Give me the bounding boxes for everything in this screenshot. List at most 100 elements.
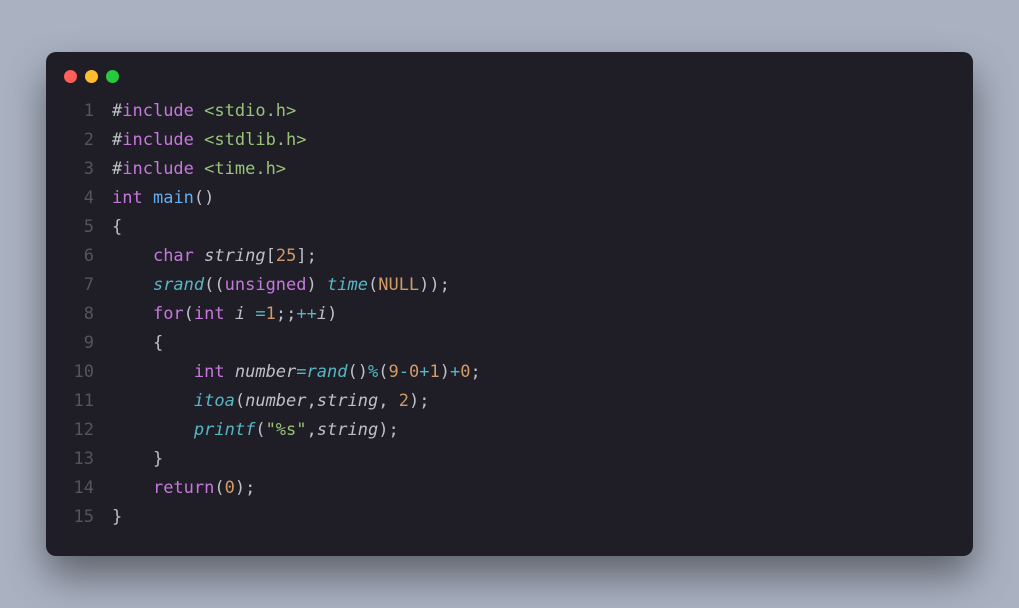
number: 0 bbox=[460, 362, 470, 382]
fn-call: printf bbox=[194, 420, 255, 440]
code-line: 5 { bbox=[70, 213, 949, 242]
code-content: { bbox=[112, 213, 949, 242]
space bbox=[245, 304, 255, 324]
code-content: { bbox=[112, 329, 949, 358]
parens: () bbox=[194, 188, 214, 208]
indent bbox=[112, 304, 153, 324]
line-number: 12 bbox=[70, 416, 112, 445]
line-number: 7 bbox=[70, 271, 112, 300]
code-line: 13 } bbox=[70, 445, 949, 474]
brace: { bbox=[153, 333, 163, 353]
space bbox=[225, 304, 235, 324]
identifier: string bbox=[317, 391, 378, 411]
preproc-keyword: include bbox=[122, 130, 194, 150]
keyword: int bbox=[112, 188, 143, 208]
parens: ) bbox=[409, 391, 419, 411]
line-number: 3 bbox=[70, 155, 112, 184]
preproc-hash: # bbox=[112, 101, 122, 121]
window-titlebar bbox=[46, 70, 973, 97]
brace: } bbox=[153, 449, 163, 469]
comma: , bbox=[378, 391, 388, 411]
indent bbox=[112, 449, 153, 469]
constant: NULL bbox=[378, 275, 419, 295]
number: 1 bbox=[429, 362, 439, 382]
parens: () bbox=[347, 362, 367, 382]
line-number: 8 bbox=[70, 300, 112, 329]
line-number: 11 bbox=[70, 387, 112, 416]
code-content: srand((unsigned) time(NULL)); bbox=[112, 271, 949, 300]
fn-call: itoa bbox=[194, 391, 235, 411]
identifier: i bbox=[317, 304, 327, 324]
close-icon[interactable] bbox=[64, 70, 77, 83]
operator: = bbox=[255, 304, 265, 324]
code-content: } bbox=[112, 503, 949, 532]
operator: = bbox=[296, 362, 306, 382]
indent bbox=[112, 478, 153, 498]
parens: ( bbox=[255, 420, 265, 440]
parens: ( bbox=[214, 478, 224, 498]
semicolon: ;; bbox=[276, 304, 296, 324]
code-line: 11 itoa(number,string, 2); bbox=[70, 387, 949, 416]
string: "%s" bbox=[266, 420, 307, 440]
keyword: int bbox=[194, 304, 225, 324]
operator: + bbox=[450, 362, 460, 382]
zoom-icon[interactable] bbox=[106, 70, 119, 83]
parens: )) bbox=[419, 275, 439, 295]
number: 2 bbox=[399, 391, 409, 411]
parens: ( bbox=[378, 362, 388, 382]
parens: ) bbox=[307, 275, 317, 295]
indent bbox=[112, 420, 194, 440]
preproc-keyword: include bbox=[122, 101, 194, 121]
code-content: printf("%s",string); bbox=[112, 416, 949, 445]
code-line: 4 int main() bbox=[70, 184, 949, 213]
code-content: #include <time.h> bbox=[112, 155, 949, 184]
minimize-icon[interactable] bbox=[85, 70, 98, 83]
comma: , bbox=[307, 391, 317, 411]
line-number: 4 bbox=[70, 184, 112, 213]
fn-call: rand bbox=[307, 362, 348, 382]
include-path: <time.h> bbox=[204, 159, 286, 179]
identifier: number bbox=[245, 391, 306, 411]
line-number: 14 bbox=[70, 474, 112, 503]
identifier: string bbox=[204, 246, 265, 266]
indent bbox=[112, 246, 153, 266]
keyword: int bbox=[194, 362, 225, 382]
space bbox=[225, 362, 235, 382]
keyword: unsigned bbox=[225, 275, 307, 295]
brace: { bbox=[112, 217, 122, 237]
fn-main: main bbox=[153, 188, 194, 208]
semicolon: ; bbox=[470, 362, 480, 382]
keyword: char bbox=[153, 246, 194, 266]
comma: , bbox=[307, 420, 317, 440]
line-number: 15 bbox=[70, 503, 112, 532]
number: 0 bbox=[409, 362, 419, 382]
code-line: 2 #include <stdlib.h> bbox=[70, 126, 949, 155]
code-line: 12 printf("%s",string); bbox=[70, 416, 949, 445]
identifier: number bbox=[235, 362, 296, 382]
parens: ) bbox=[235, 478, 245, 498]
indent bbox=[112, 275, 153, 295]
space bbox=[194, 246, 204, 266]
code-line: 6 char string[25]; bbox=[70, 242, 949, 271]
include-path: <stdio.h> bbox=[204, 101, 296, 121]
space bbox=[317, 275, 327, 295]
identifier: string bbox=[317, 420, 378, 440]
code-block: 1 #include <stdio.h> 2 #include <stdlib.… bbox=[46, 97, 973, 532]
code-line: 9 { bbox=[70, 329, 949, 358]
number: 1 bbox=[266, 304, 276, 324]
preproc-keyword: include bbox=[122, 159, 194, 179]
operator: % bbox=[368, 362, 378, 382]
code-line: 15 } bbox=[70, 503, 949, 532]
parens: ( bbox=[235, 391, 245, 411]
line-number: 13 bbox=[70, 445, 112, 474]
code-content: #include <stdio.h> bbox=[112, 97, 949, 126]
fn-call: time bbox=[327, 275, 368, 295]
code-content: return(0); bbox=[112, 474, 949, 503]
number: 25 bbox=[276, 246, 296, 266]
parens: ) bbox=[327, 304, 337, 324]
semicolon: ; bbox=[245, 478, 255, 498]
code-content: for(int i =1;;++i) bbox=[112, 300, 949, 329]
code-window: 1 #include <stdio.h> 2 #include <stdlib.… bbox=[46, 52, 973, 556]
line-number: 10 bbox=[70, 358, 112, 387]
keyword: for bbox=[153, 304, 184, 324]
